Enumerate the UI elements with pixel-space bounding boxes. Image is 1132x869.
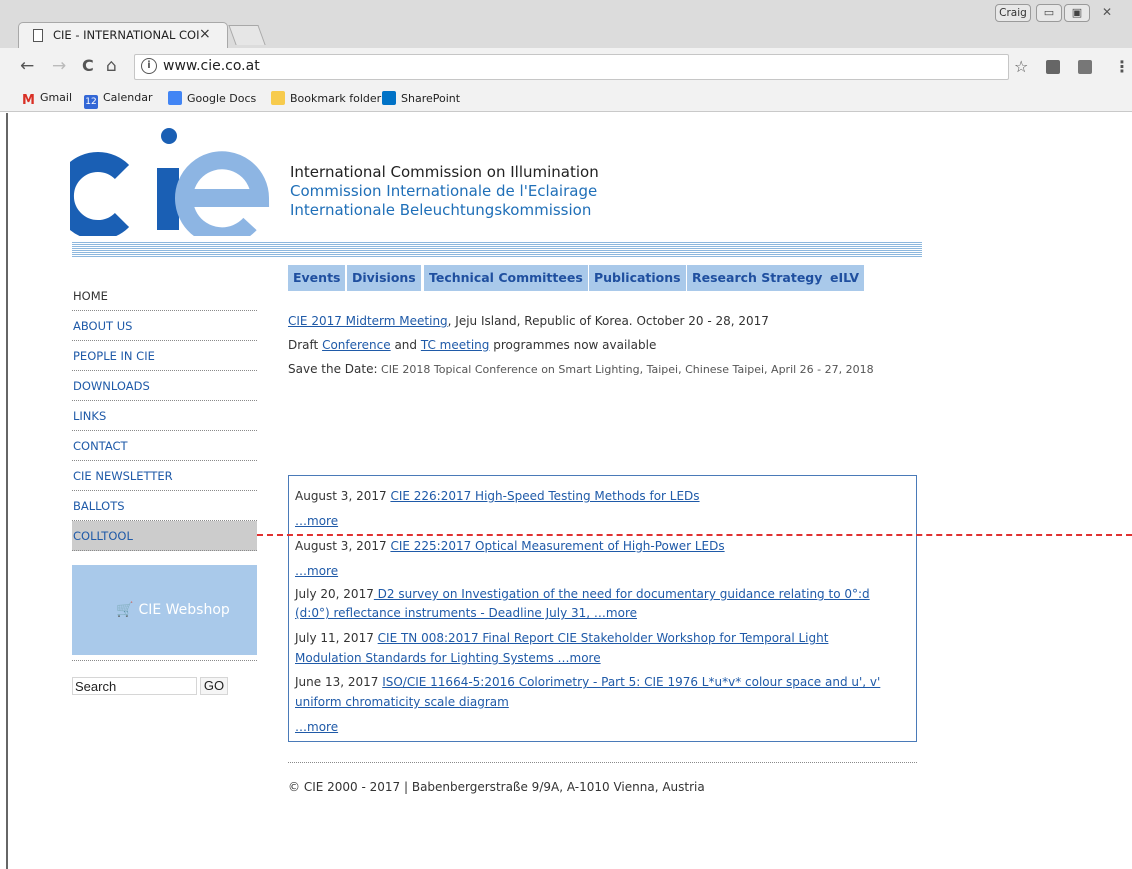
back-button[interactable]: ←	[20, 56, 34, 76]
extension-icon[interactable]	[1046, 60, 1060, 74]
side-nav-about-us[interactable]: ABOUT US	[72, 311, 257, 341]
tab-strip: CIE - INTERNATIONAL COI × Craig ▭ ▣ ✕	[0, 0, 1132, 48]
conference-link[interactable]: Conference	[322, 338, 391, 352]
news-item: August 3, 2017 CIE 225:2017 Optical Meas…	[295, 539, 725, 553]
news-title-link[interactable]: CIE TN 008:2017 Final Report CIE Stakeho…	[378, 631, 829, 645]
news-title-link[interactable]: CIE 225:2017 Optical Measurement of High…	[390, 539, 724, 553]
bookmark-google-docs[interactable]: Google Docs	[168, 91, 256, 105]
home-button[interactable]: ⌂	[106, 56, 117, 76]
tab-close-button[interactable]: ×	[199, 26, 211, 42]
news-title-link[interactable]: Modulation Standards for Lighting System…	[295, 651, 601, 665]
red-dashed-guide-line	[257, 534, 1132, 536]
news-item: July 20, 2017 D2 survey on Investigation…	[295, 587, 870, 601]
top-nav-eilv[interactable]: eILV	[825, 265, 865, 291]
search-input[interactable]: Search	[72, 677, 197, 695]
profile-button[interactable]: Craig	[995, 4, 1031, 22]
forward-button[interactable]: →	[52, 56, 66, 76]
side-nav-downloads[interactable]: DOWNLOADS	[72, 371, 257, 401]
side-nav-links[interactable]: LINKS	[72, 401, 257, 431]
menu-button[interactable]: ⋮	[1114, 57, 1130, 76]
cie-logo[interactable]	[70, 128, 270, 236]
news-title-link[interactable]: ISO/CIE 11664-5:2016 Colorimetry - Part …	[382, 675, 880, 689]
bookmark-gmail[interactable]: M Gmail	[22, 91, 72, 108]
side-nav-colltool[interactable]: COLLTOOL	[72, 521, 257, 551]
sharepoint-icon	[382, 91, 396, 105]
gmail-icon: M	[22, 93, 35, 108]
window-close-button[interactable]: ✕	[1092, 4, 1122, 22]
top-nav-technical-committees[interactable]: Technical Committees	[424, 265, 588, 291]
news-box: August 3, 2017 CIE 226:2017 High-Speed T…	[288, 475, 917, 742]
org-name-en: International Commission on Illumination	[290, 163, 599, 181]
news-title-link[interactable]: D2 survey on Investigation of the need f…	[374, 587, 870, 601]
side-nav-contact[interactable]: CONTACT	[72, 431, 257, 461]
bookmark-sharepoint[interactable]: SharePoint	[382, 91, 460, 105]
new-tab-button[interactable]	[228, 25, 266, 45]
page-icon	[33, 29, 43, 42]
bookmarks-bar: M Gmail 12 Calendar Google Docs Bookmark f…	[0, 86, 1132, 112]
organisation-names: International Commission on Illumination…	[290, 163, 599, 220]
bookmark-calendar[interactable]: 12 Calendar	[84, 91, 152, 109]
reload-button[interactable]: C	[82, 56, 94, 75]
page-edge	[6, 113, 8, 869]
org-name-fr: Commission Internationale de l'Eclairage	[290, 182, 598, 200]
news-item: August 3, 2017 CIE 226:2017 High-Speed T…	[295, 489, 700, 503]
maximize-button[interactable]: ▣	[1064, 4, 1090, 22]
footer-text: © CIE 2000 - 2017 | Babenbergerstraße 9/…	[288, 780, 705, 794]
divider	[72, 660, 257, 661]
url-text: www.cie.co.at	[163, 58, 260, 74]
bookmark-folder[interactable]: Bookmark folder	[271, 91, 381, 105]
extension-icon[interactable]	[1078, 60, 1092, 74]
org-name-de: Internationale Beleuchtungskommission	[290, 201, 592, 219]
tc-meeting-link[interactable]: TC meeting	[421, 338, 490, 352]
search-go-button[interactable]: GO	[200, 677, 228, 695]
info-icon[interactable]: i	[141, 58, 157, 74]
side-nav-newsletter[interactable]: CIE NEWSLETTER	[72, 461, 257, 491]
announcement-save-the-date: Save the Date: CIE 2018 Topical Conferen…	[288, 362, 874, 376]
top-nav-publications[interactable]: Publications	[589, 265, 686, 291]
calendar-icon: 12	[84, 95, 98, 109]
webshop-button[interactable]: 🛒 CIE Webshop	[72, 565, 257, 655]
side-nav: HOME ABOUT US PEOPLE IN CIE DOWNLOADS LI…	[72, 283, 257, 551]
browser-tab[interactable]: CIE - INTERNATIONAL COI ×	[18, 22, 228, 48]
browser-toolbar: ← → C ⌂ i www.cie.co.at ☆ ⋮	[0, 48, 1132, 86]
news-title-link[interactable]: uniform chromaticity scale diagram	[295, 695, 509, 709]
webshop-link[interactable]: 🛒 CIE Webshop	[116, 602, 230, 618]
side-nav-home[interactable]: HOME	[72, 283, 257, 311]
folder-icon	[271, 91, 285, 105]
docs-icon	[168, 91, 182, 105]
minimize-button[interactable]: ▭	[1036, 4, 1062, 22]
midterm-meeting-link[interactable]: CIE 2017 Midterm Meeting	[288, 314, 448, 328]
tab-title: CIE - INTERNATIONAL COI	[53, 28, 200, 42]
news-more-link[interactable]: …more	[295, 720, 338, 734]
address-bar[interactable]: i www.cie.co.at	[134, 54, 1009, 80]
side-nav-people-in-cie[interactable]: PEOPLE IN CIE	[72, 341, 257, 371]
header-divider	[72, 242, 922, 258]
cart-icon: 🛒	[116, 602, 134, 618]
news-item: July 11, 2017 CIE TN 008:2017 Final Repo…	[295, 631, 829, 645]
news-more-link[interactable]: …more	[295, 564, 338, 578]
news-title-link[interactable]: CIE 226:2017 High-Speed Testing Methods …	[390, 489, 699, 503]
news-item: June 13, 2017 ISO/CIE 11664-5:2016 Color…	[295, 675, 881, 689]
news-more-link[interactable]: …more	[295, 514, 338, 528]
news-item-continued: Modulation Standards for Lighting System…	[295, 651, 601, 665]
announcement-meeting: CIE 2017 Midterm Meeting, Jeju Island, R…	[288, 314, 769, 328]
bookmark-star-button[interactable]: ☆	[1014, 57, 1028, 76]
top-nav-events[interactable]: Events	[288, 265, 346, 291]
top-nav-divisions[interactable]: Divisions	[347, 265, 421, 291]
news-item-continued: (d:0°) reflectance instruments - Deadlin…	[295, 606, 637, 620]
announcement-draft: Draft Conference and TC meeting programm…	[288, 338, 657, 352]
footer-divider	[288, 762, 917, 763]
news-title-link[interactable]: (d:0°) reflectance instruments - Deadlin…	[295, 606, 637, 620]
news-item-continued: uniform chromaticity scale diagram	[295, 695, 509, 709]
top-nav-research-strategy[interactable]: Research Strategy	[687, 265, 828, 291]
side-nav-ballots[interactable]: BALLOTS	[72, 491, 257, 521]
